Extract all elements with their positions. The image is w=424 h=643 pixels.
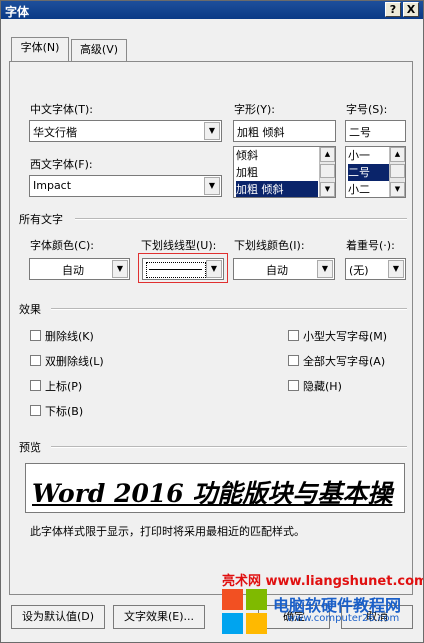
font-dialog: 字体 ? X 字体(N) 高级(V) 中文字体(T): 华文行楷 ▼ 西文字体(… — [0, 0, 424, 643]
chevron-down-icon[interactable]: ▼ — [388, 260, 404, 278]
list-item[interactable]: 加粗 — [236, 164, 258, 181]
scroll-up-icon[interactable]: ▲ — [320, 147, 335, 162]
underline-style-box — [146, 262, 206, 278]
close-button[interactable]: X — [403, 2, 419, 17]
chevron-down-icon[interactable]: ▼ — [317, 260, 333, 278]
windows-logo-icon — [222, 589, 268, 635]
font-size-value: 二号 — [349, 126, 371, 139]
scrollbar[interactable]: ▲ ▼ — [319, 147, 335, 197]
scroll-thumb[interactable] — [320, 164, 335, 178]
superscript-checkbox[interactable] — [30, 380, 41, 391]
preview-sample-text: Word 2016 功能版块与基本操 — [32, 479, 393, 508]
scroll-down-icon[interactable]: ▼ — [390, 182, 405, 197]
western-font-combo[interactable]: Impact ▼ — [29, 175, 222, 197]
all-caps-label[interactable]: 全部大写字母(A) — [303, 353, 385, 369]
chinese-font-label: 中文字体(T): — [30, 103, 94, 116]
preview-section-label: 预览 — [19, 441, 41, 454]
underline-color-value: 自动 — [266, 264, 288, 277]
font-color-value: 自动 — [62, 264, 84, 277]
scroll-down-icon[interactable]: ▼ — [320, 182, 335, 197]
small-caps-checkbox[interactable] — [288, 330, 299, 341]
title-bar: 字体 ? X — [1, 1, 423, 19]
subscript-checkbox[interactable] — [30, 405, 41, 416]
small-caps-label[interactable]: 小型大写字母(M) — [303, 328, 387, 344]
list-item[interactable]: 小一 — [348, 147, 370, 164]
scroll-up-icon[interactable]: ▲ — [390, 147, 405, 162]
font-style-list[interactable]: 倾斜 加粗 加粗 倾斜 ▲ ▼ — [233, 146, 336, 198]
font-size-list[interactable]: 小一 二号 小二 ▲ ▼ — [345, 146, 406, 198]
font-size-label: 字号(S): — [346, 103, 388, 116]
font-style-input[interactable]: 加粗 倾斜 — [233, 120, 336, 142]
tab-font[interactable]: 字体(N) — [11, 37, 69, 61]
chevron-down-icon[interactable]: ▼ — [112, 260, 128, 278]
western-font-value: Impact — [33, 179, 72, 192]
underline-color-label: 下划线颜色(I): — [234, 239, 305, 252]
divider — [51, 446, 407, 448]
list-item-selected[interactable]: 加粗 倾斜 — [236, 181, 318, 197]
underline-sample-line — [149, 269, 202, 270]
strikethrough-label[interactable]: 删除线(K) — [45, 328, 94, 344]
underline-color-combo[interactable]: 自动 ▼ — [233, 258, 335, 280]
effects-section-label: 效果 — [19, 303, 41, 316]
preview-note: 此字体样式限于显示，打印时将采用最相近的匹配样式。 — [30, 525, 305, 538]
scrollbar[interactable]: ▲ ▼ — [389, 147, 405, 197]
superscript-label[interactable]: 上标(P) — [45, 378, 82, 394]
divider — [75, 218, 407, 220]
strikethrough-checkbox[interactable] — [30, 330, 41, 341]
list-item-selected[interactable]: 二号 — [348, 164, 389, 181]
double-strikethrough-checkbox[interactable] — [30, 355, 41, 366]
hidden-checkbox[interactable] — [288, 380, 299, 391]
font-size-input[interactable]: 二号 — [345, 120, 406, 142]
tab-advanced[interactable]: 高级(V) — [71, 39, 127, 61]
emphasis-value: (无) — [349, 264, 369, 277]
underline-type-label: 下划线线型(U): — [141, 239, 217, 252]
font-style-label: 字形(Y): — [234, 103, 276, 116]
chevron-down-icon[interactable]: ▼ — [204, 122, 220, 140]
all-text-section-label: 所有文字 — [19, 213, 63, 226]
chevron-down-icon[interactable]: ▼ — [204, 177, 220, 195]
watermark-text: 亮术网 www.liangshunet.com — [222, 574, 424, 589]
font-color-label: 字体颜色(C): — [30, 239, 94, 252]
chevron-down-icon[interactable]: ▼ — [206, 260, 222, 278]
list-item[interactable]: 倾斜 — [236, 147, 258, 164]
western-font-label: 西文字体(F): — [30, 158, 93, 171]
window-title: 字体 — [5, 5, 30, 19]
subscript-label[interactable]: 下标(B) — [45, 403, 83, 419]
list-item[interactable]: 小二 — [348, 181, 370, 197]
text-effects-button[interactable]: 文字效果(E)... — [113, 605, 205, 629]
emphasis-combo[interactable]: (无) ▼ — [345, 258, 406, 280]
set-default-button[interactable]: 设为默认值(D) — [11, 605, 105, 629]
scroll-thumb[interactable] — [390, 164, 405, 178]
hidden-label[interactable]: 隐藏(H) — [303, 378, 342, 394]
double-strikethrough-label[interactable]: 双删除线(L) — [45, 353, 104, 369]
underline-type-combo[interactable]: ▼ — [142, 258, 224, 280]
preview-box: Word 2016 功能版块与基本操 — [25, 463, 405, 513]
chinese-font-combo[interactable]: 华文行楷 ▼ — [29, 120, 222, 142]
font-style-value: 加粗 倾斜 — [237, 126, 285, 139]
emphasis-label: 着重号(·): — [346, 239, 395, 252]
divider — [51, 308, 407, 310]
chinese-font-value: 华文行楷 — [33, 126, 77, 139]
all-caps-checkbox[interactable] — [288, 355, 299, 366]
help-button[interactable]: ? — [385, 2, 401, 17]
watermark-site-url: www.computer26.com — [287, 613, 400, 624]
font-color-combo[interactable]: 自动 ▼ — [29, 258, 130, 280]
